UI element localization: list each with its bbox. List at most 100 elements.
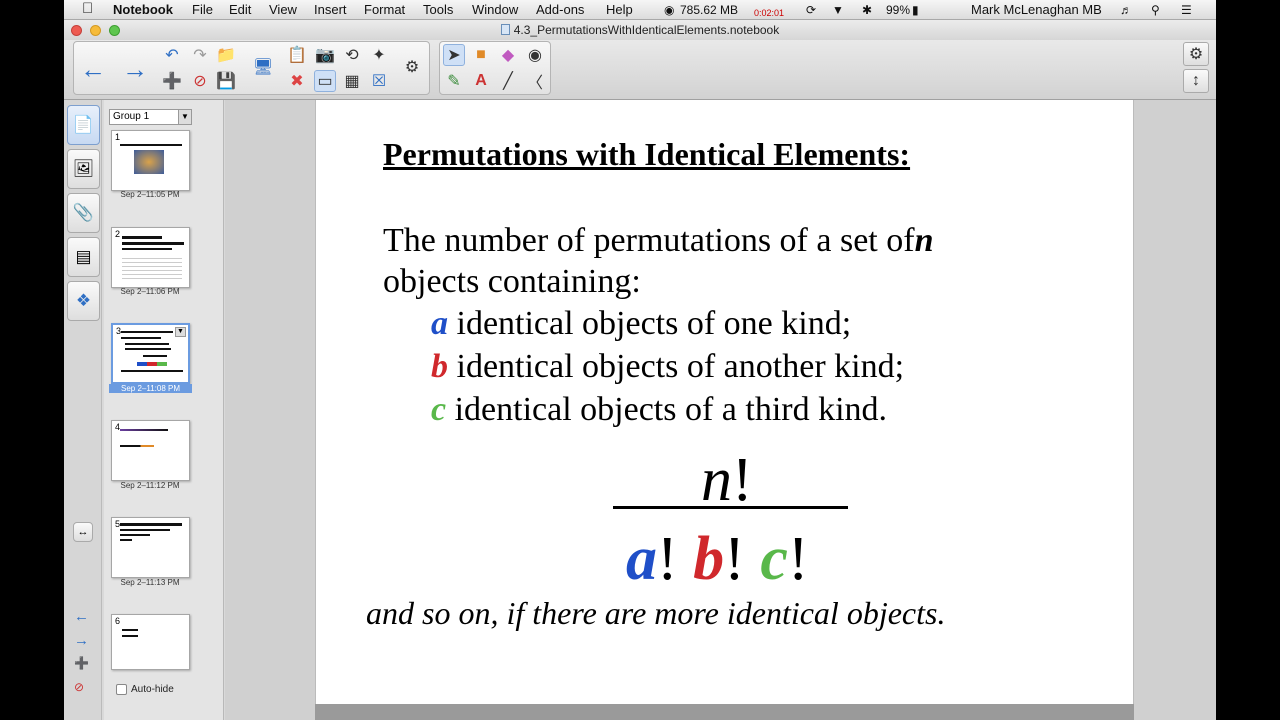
thumbnail-line bbox=[120, 445, 154, 447]
thumbnail-formula bbox=[137, 362, 167, 366]
document-camera-icon[interactable]: ⚙ bbox=[401, 56, 423, 78]
group-select[interactable]: Group 1 ▼ bbox=[109, 109, 192, 125]
screen:  Notebook File Edit View Insert Format … bbox=[64, 0, 1216, 720]
volume-icon[interactable]: ♬ bbox=[1120, 3, 1132, 17]
add-page-icon[interactable]: ➕ bbox=[161, 70, 183, 92]
previous-page-arrow-icon[interactable]: ← bbox=[80, 54, 106, 84]
attachments-tab-icon[interactable]: 📎 bbox=[67, 193, 100, 233]
menu-file[interactable]: File bbox=[192, 2, 213, 17]
battery-icon[interactable]: ▮ bbox=[912, 3, 919, 17]
group-select-value: Group 1 bbox=[113, 111, 150, 122]
thumbnail-line bbox=[121, 337, 161, 339]
checkbox-box[interactable] bbox=[116, 684, 127, 695]
gallery-tab-icon[interactable]: 🖼 bbox=[67, 149, 100, 189]
page-thumbnail-4[interactable]: 4 bbox=[111, 420, 190, 481]
page-thumbnail-1[interactable]: 1 bbox=[111, 130, 190, 191]
menu-view[interactable]: View bbox=[269, 2, 297, 17]
page-sorter-tab-icon[interactable]: 📄 bbox=[67, 105, 100, 145]
shapes-tool-icon[interactable]: ■ bbox=[470, 44, 492, 66]
horizontal-scrollbar[interactable] bbox=[315, 704, 1134, 720]
memory-icon: ◉ bbox=[664, 3, 675, 17]
menu-edit[interactable]: Edit bbox=[229, 2, 251, 17]
save-icon[interactable]: 💾 bbox=[215, 70, 237, 92]
properties-tab-icon[interactable]: ▤ bbox=[67, 237, 100, 277]
delete-icon[interactable]: ✖ bbox=[286, 70, 308, 92]
thumbnail-line bbox=[122, 242, 184, 245]
thumbnail-line bbox=[120, 429, 168, 431]
screen-capture-icon[interactable]: 📷 bbox=[314, 44, 336, 66]
menu-tools[interactable]: Tools bbox=[423, 2, 453, 17]
kind-b-line: b identical objects of another kind; bbox=[431, 348, 904, 386]
page-thumbnail-5[interactable]: 5 bbox=[111, 517, 190, 578]
autohide-checkbox[interactable]: Auto-hide bbox=[116, 684, 174, 695]
sidebar-add-page-icon[interactable]: ➕ bbox=[74, 656, 89, 670]
table-icon[interactable]: ▦ bbox=[341, 70, 363, 92]
user-menu[interactable]: Mark McLenaghan MB bbox=[971, 2, 1102, 17]
numerator-factorial: ! bbox=[732, 446, 753, 514]
variable-a: a bbox=[431, 305, 448, 342]
fill-tool-icon[interactable]: ◉ bbox=[524, 44, 546, 66]
display-icon[interactable]: 🖥 bbox=[252, 56, 274, 78]
apple-menu-icon[interactable]:  bbox=[82, 0, 93, 17]
time-machine-icon[interactable]: ⟳ bbox=[806, 3, 816, 17]
next-page-arrow-icon[interactable]: → bbox=[122, 54, 148, 84]
intro-line-1: The number of permutations of a set of bbox=[383, 222, 915, 259]
thumbnail-line bbox=[125, 343, 169, 345]
rotate-icon[interactable]: ⟲ bbox=[341, 44, 363, 66]
chevron-down-icon: ▼ bbox=[178, 110, 191, 124]
redo-icon[interactable]: ↷ bbox=[189, 44, 211, 66]
app-menu[interactable]: Notebook bbox=[113, 2, 173, 17]
menu-window[interactable]: Window bbox=[472, 2, 518, 17]
denominator-factorial: ! bbox=[657, 525, 678, 593]
page-thumbnail-6[interactable]: 6 bbox=[111, 614, 190, 670]
delete-page-icon[interactable]: ⊘ bbox=[189, 70, 211, 92]
window-title-bar: 4.3_PermutationsWithIdenticalElements.no… bbox=[64, 20, 1216, 40]
battery-readout[interactable]: 99% bbox=[886, 3, 910, 17]
pens-tool-icon[interactable]: ✎ bbox=[443, 70, 465, 92]
thumbnail-menu-chevron-icon[interactable]: ▼ bbox=[175, 327, 186, 337]
menu-addons[interactable]: Add-ons bbox=[536, 2, 584, 17]
wifi-icon[interactable]: ▼ bbox=[832, 3, 844, 17]
notification-center-icon[interactable]: ☰ bbox=[1181, 3, 1192, 17]
kind-c-line: c identical objects of a third kind. bbox=[431, 391, 887, 429]
kind-b-text: identical objects of another kind; bbox=[448, 348, 905, 385]
page-thumbnail-3[interactable]: 3 ▼ bbox=[111, 323, 190, 384]
line-tool-icon[interactable]: ╱ bbox=[497, 70, 519, 92]
open-file-icon[interactable]: 📁 bbox=[215, 44, 237, 66]
toolbar-position-icon[interactable]: ↕ bbox=[1183, 69, 1209, 93]
magic-pen-icon[interactable]: ✦ bbox=[368, 44, 390, 66]
thumbnail-number: 1 bbox=[115, 132, 121, 142]
menu-format[interactable]: Format bbox=[364, 2, 405, 17]
text-tool-icon[interactable]: A bbox=[470, 70, 492, 92]
sidebar-tab-strip: 📄 🖼 📎 ▤ ❖ ↔ ← → ➕ ⊘ bbox=[64, 100, 102, 720]
menu-insert[interactable]: Insert bbox=[314, 2, 347, 17]
thumbnail-timestamp: Sep 2–11:05 PM bbox=[120, 190, 180, 199]
sidebar-back-arrow-icon[interactable]: ← bbox=[74, 608, 89, 625]
intro-text: The number of permutations of a set ofn … bbox=[383, 220, 1003, 302]
thumbnail-line bbox=[125, 348, 171, 350]
thumbnail-line bbox=[120, 523, 182, 526]
addons-tab-icon[interactable]: ❖ bbox=[67, 281, 100, 321]
thumbnail-line bbox=[120, 144, 182, 146]
fullscreen-icon[interactable]: ☒ bbox=[368, 70, 390, 92]
thumbnail-line bbox=[120, 534, 150, 536]
intro-line-2: objects containing: bbox=[383, 263, 641, 300]
select-tool-icon[interactable]: ➤ bbox=[443, 44, 465, 66]
slide-title: Permutations with Identical Elements: bbox=[383, 136, 911, 172]
eraser-tool-icon[interactable]: ◆ bbox=[497, 44, 519, 66]
intro-variable-n: n bbox=[914, 222, 934, 259]
sidebar-forward-arrow-icon[interactable]: → bbox=[74, 632, 89, 649]
sidebar-delete-page-icon[interactable]: ⊘ bbox=[74, 680, 84, 694]
page-thumbnail-2[interactable]: 2 bbox=[111, 227, 190, 288]
menu-help[interactable]: Help bbox=[606, 2, 633, 17]
document-icon bbox=[500, 24, 510, 35]
expand-sidebar-icon[interactable]: ↔ bbox=[73, 522, 93, 542]
notebook-page[interactable]: Permutations with Identical Elements: Th… bbox=[315, 100, 1134, 704]
settings-gear-icon[interactable]: ⚙ bbox=[1183, 42, 1209, 66]
bluetooth-icon[interactable]: ✱ bbox=[862, 3, 872, 17]
paste-icon[interactable]: 📋 bbox=[286, 44, 308, 66]
spotlight-search-icon[interactable]: ⚲ bbox=[1151, 3, 1160, 17]
undo-icon[interactable]: ↶ bbox=[161, 44, 183, 66]
screen-shade-icon[interactable]: ▭ bbox=[314, 70, 336, 92]
highlighter-tool-icon[interactable]: 〈 bbox=[524, 70, 546, 92]
